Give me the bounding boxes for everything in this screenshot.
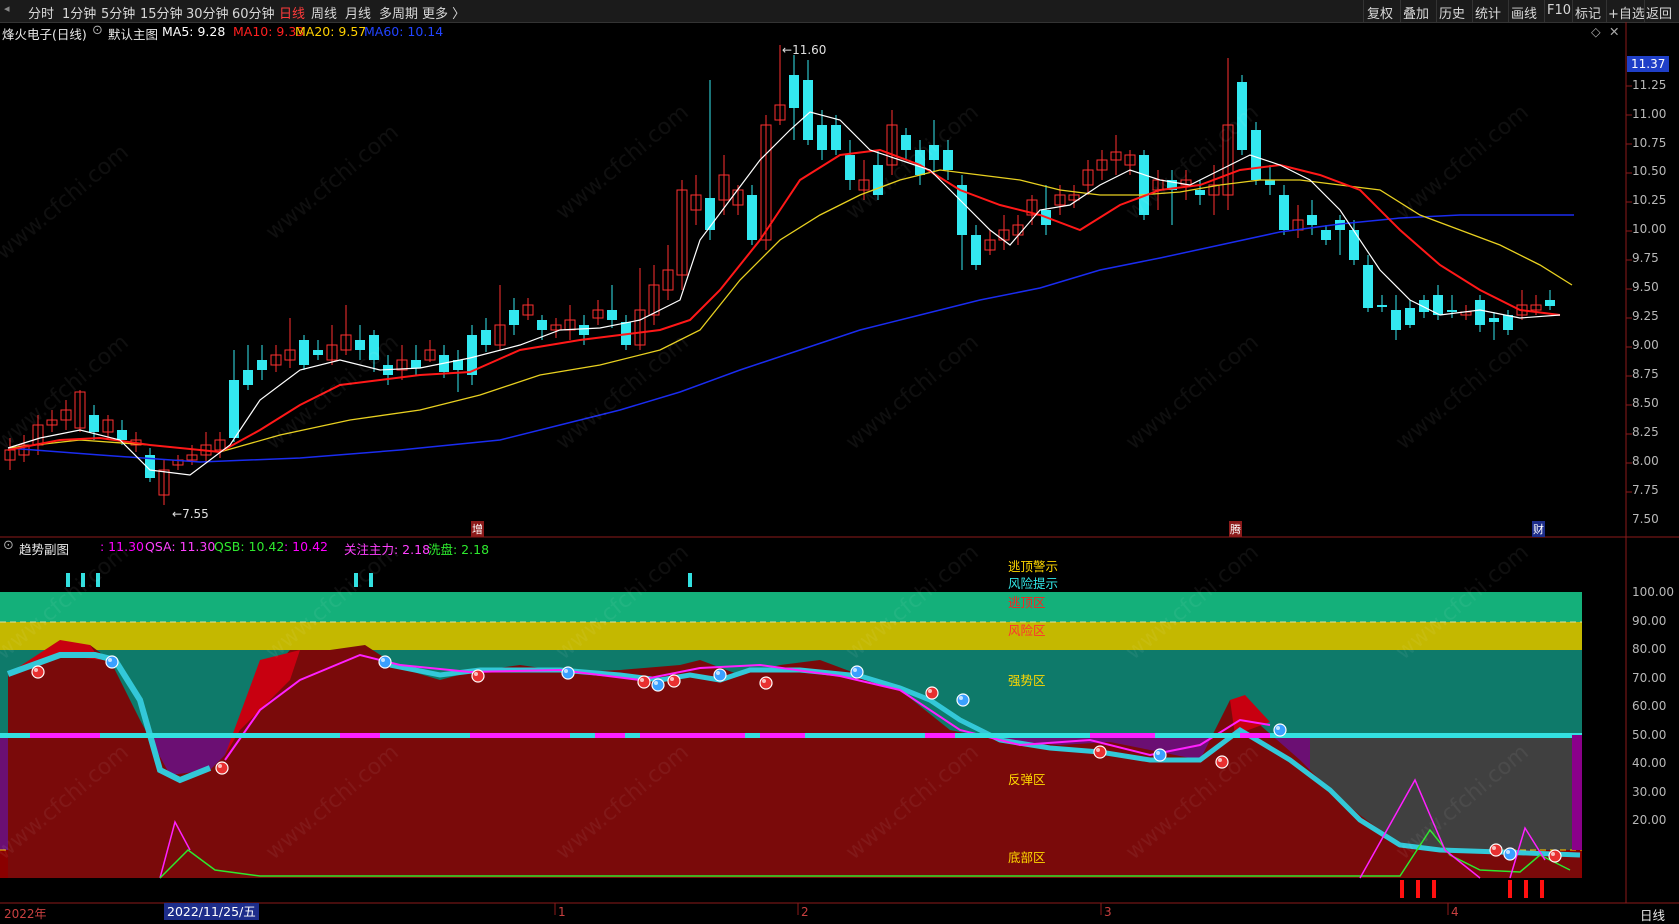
main-force-value: 关注主力: 2.18 [344, 542, 431, 557]
ma60-label: MA60: 10.14 [364, 24, 444, 39]
chart-canvas [0, 22, 1679, 915]
y-tick: 8.75 [1632, 367, 1659, 381]
month-label: 4 [1451, 905, 1459, 919]
indicator-menu-icon[interactable]: ⊙ [92, 23, 103, 38]
y-tick: 9.25 [1632, 309, 1659, 323]
sub-y-tick: 20.00 [1632, 813, 1667, 827]
y-tick: 9.50 [1632, 280, 1659, 294]
y-tick: 8.25 [1632, 425, 1659, 439]
sub-y-tick: 60.00 [1632, 699, 1667, 713]
low-annotation: ←7.55 [172, 507, 209, 521]
risk-zone-band [0, 622, 1582, 650]
sub-y-tick: 40.00 [1632, 756, 1667, 770]
event-marker[interactable]: 腾 [1229, 521, 1242, 537]
y-tick: 10.25 [1632, 193, 1667, 207]
current-price-tag: 11.37 [1627, 56, 1670, 72]
sub-y-tick: 90.00 [1632, 614, 1667, 628]
month-label: 2 [801, 905, 809, 919]
y-tick: 11.25 [1632, 78, 1667, 92]
wash-value: 洗盘: 2.18 [428, 542, 490, 557]
year-label: 2022年 [4, 907, 47, 921]
y-tick: 7.75 [1632, 483, 1659, 497]
month-label: 3 [1104, 905, 1112, 919]
event-marker[interactable]: 财 [1532, 521, 1545, 537]
qsa-value: QSA: 11.30 [145, 539, 216, 554]
strong-zone-label: 强势区 [1008, 673, 1046, 688]
ma20-label: MA20: 9.57 [295, 24, 367, 39]
high-annotation: ←11.60 [782, 43, 827, 57]
bottom-zone-label: 底部区 [1008, 850, 1046, 865]
y-tick: 9.75 [1632, 251, 1659, 265]
y-tick: 10.50 [1632, 164, 1667, 178]
close-icon[interactable]: ✕ [1609, 24, 1619, 39]
y-tick: 10.00 [1632, 222, 1667, 236]
escape-zone-band [0, 592, 1582, 622]
y-tick: 8.50 [1632, 396, 1659, 410]
sub-value: : 11.30 [100, 539, 144, 554]
event-marker[interactable]: 增 [471, 521, 484, 537]
sub-indicator-name[interactable]: 趋势副图 [19, 539, 69, 558]
y-tick: 11.00 [1632, 107, 1667, 121]
sub-y-tick: 100.00 [1632, 585, 1674, 599]
y-tick: 8.00 [1632, 454, 1659, 468]
sub-y-tick: 30.00 [1632, 785, 1667, 799]
y-tick: 9.00 [1632, 338, 1659, 352]
main-indicator-name[interactable]: 默认主图 [108, 24, 158, 43]
cursor-date: 2022/11/25/五 [164, 903, 259, 920]
sub-y-tick: 70.00 [1632, 671, 1667, 685]
sub-y-tick: 50.00 [1632, 728, 1667, 742]
diamond-icon[interactable]: ◇ [1591, 24, 1601, 39]
stock-title: 烽火电子(日线) [2, 27, 87, 42]
qsb-value: QSB: 10.42 [214, 539, 285, 554]
escape-zone-label: 逃顶区 [1008, 595, 1046, 610]
sub-indicator-menu-icon[interactable]: ⊙ [3, 538, 14, 553]
ma10-label: MA10: 9.33 [233, 24, 305, 39]
month-label: 1 [558, 905, 566, 919]
sub-value: : 10.42 [284, 539, 328, 554]
period-label: 日线 [1640, 908, 1666, 923]
sub-y-tick: 80.00 [1632, 642, 1667, 656]
risk-zone-label: 风险区 [1008, 623, 1046, 638]
rebound-zone-label: 反弹区 [1008, 772, 1046, 787]
y-tick: 7.50 [1632, 512, 1659, 526]
y-tick: 10.75 [1632, 136, 1667, 150]
ma5-label: MA5: 9.28 [162, 24, 226, 39]
risk-hint-label: 风险提示 [1008, 576, 1059, 591]
